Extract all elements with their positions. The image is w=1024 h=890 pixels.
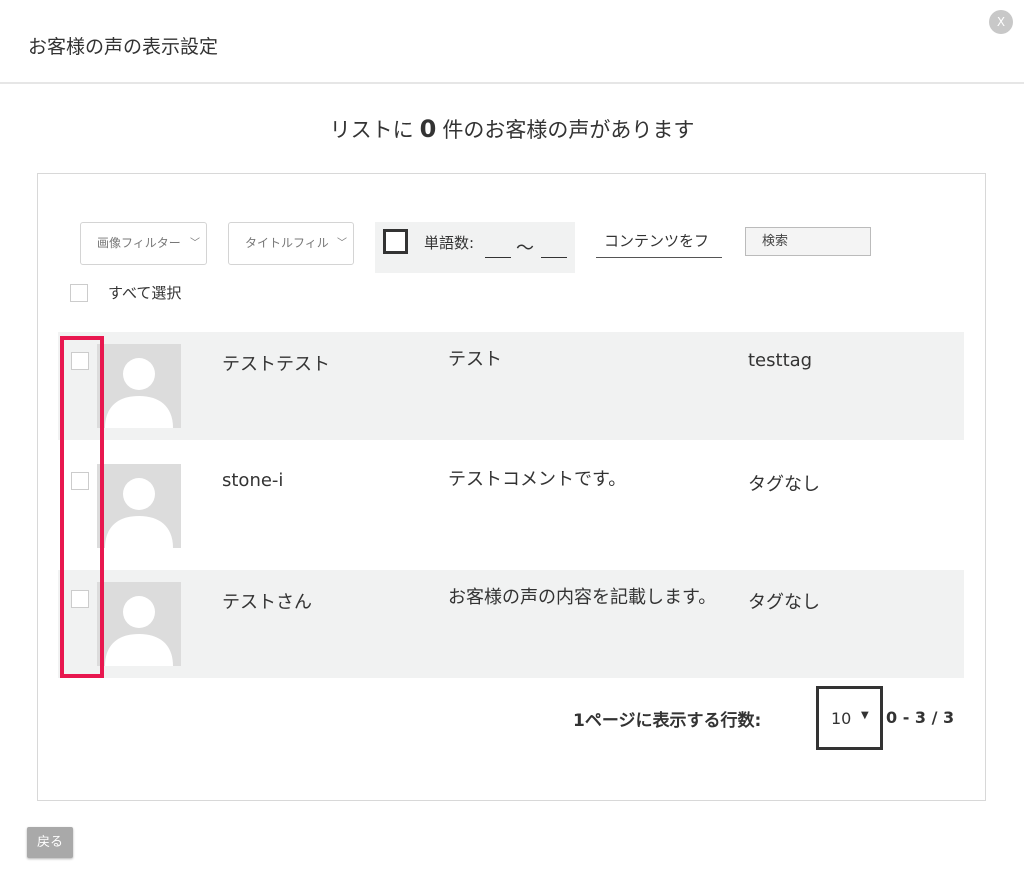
word-count-max-input[interactable] (541, 238, 567, 258)
row-comment: お客様の声の内容を記載します。 (448, 587, 717, 608)
select-all-label: すべて選択 (108, 284, 182, 302)
table-row: テストさん お客様の声の内容を記載します。 タグなし (58, 570, 964, 678)
user-placeholder-icon (97, 464, 181, 548)
table-row: テストテスト テスト testtag (58, 332, 964, 440)
dialog-header: お客様の声の表示設定 X (0, 0, 1024, 84)
image-filter-label: 画像フィルター (97, 236, 181, 250)
list-summary: リストに 0 件のお客様の声があります (0, 114, 1024, 144)
table-row: stone-i テストコメントです。 タグなし (58, 440, 964, 570)
word-count-filter: 単語数: ～ (375, 222, 575, 273)
image-filter-select[interactable]: 画像フィルター ﹀ (80, 222, 207, 265)
title-filter-select[interactable]: タイトルフィル ﹀ (228, 222, 354, 265)
testimonial-rows: テストテスト テスト testtag stone-i テストコメントです。 タグ… (58, 332, 964, 678)
caret-down-icon: ▼ (861, 710, 869, 721)
dialog-title: お客様の声の表示設定 (28, 36, 219, 58)
row-tag: testtag (748, 350, 813, 371)
rows-per-page-select[interactable]: 10 ▼ (816, 686, 883, 750)
rows-per-page-label: 1ページに表示する行数: (573, 711, 762, 731)
user-placeholder-icon (97, 344, 181, 428)
row-comment: テストコメントです。 (448, 469, 627, 490)
chevron-down-icon: ﹀ (190, 238, 200, 249)
row-name: stone-i (222, 470, 284, 491)
pagination-range: 0 - 3 / 3 (886, 708, 955, 727)
row-tag: タグなし (748, 474, 820, 495)
user-placeholder-icon (97, 582, 181, 666)
back-button[interactable]: 戻る (27, 827, 73, 858)
close-icon[interactable]: X (989, 10, 1013, 34)
content-filter-input[interactable]: コンテンツをフ (596, 226, 722, 258)
checkbox-column-highlight (60, 336, 104, 678)
row-name: テストテスト (222, 354, 330, 375)
rows-per-page-value: 10 (831, 709, 852, 728)
summary-count: 0 (419, 115, 437, 143)
search-input[interactable]: 検索 (745, 227, 871, 256)
row-tag: タグなし (748, 592, 820, 613)
row-name: テストさん (222, 592, 312, 613)
word-count-min-input[interactable] (485, 238, 511, 258)
title-filter-label: タイトルフィル (245, 236, 329, 250)
select-all-checkbox[interactable] (70, 284, 88, 302)
word-count-label: 単語数: (424, 234, 475, 252)
summary-suffix: 件のお客様の声があります (442, 118, 695, 142)
row-comment: テスト (448, 349, 502, 370)
word-count-separator: ～ (516, 238, 534, 259)
word-count-checkbox[interactable] (383, 229, 408, 254)
summary-prefix: リストに (329, 118, 414, 142)
chevron-down-icon: ﹀ (337, 238, 347, 249)
